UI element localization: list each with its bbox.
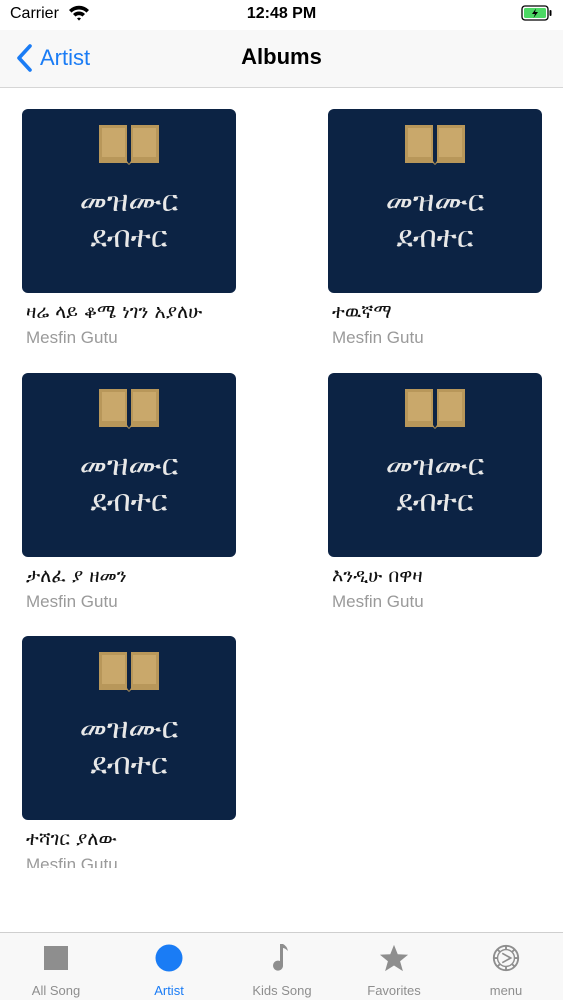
open-book-icon: [403, 119, 467, 169]
album-item[interactable]: መዝሙር ደብተር እንዲሁ በዋዛ Mesfin Gutu: [328, 373, 563, 623]
battery-icon: [521, 5, 553, 21]
cover-title-line2: ደብተር: [90, 484, 168, 519]
cover-title-line1: መዝሙር: [385, 448, 485, 483]
cover-title-line2: ደብተር: [90, 747, 168, 782]
cover-title-line2: ደብተር: [396, 484, 474, 519]
album-title: ተሻገር ያለው: [26, 828, 117, 850]
album-item[interactable]: መዝሙር ደብተር ተዉኛማ Mesfin Gutu: [328, 109, 563, 359]
music-note-icon: [267, 943, 297, 973]
open-book-icon: [403, 383, 467, 433]
album-cover: መዝሙር ደብተር: [22, 373, 236, 557]
tab-bar: All Song Artist Kids Song Favorites menu: [0, 932, 563, 1000]
album-cover: መዝሙር ደብተር: [328, 373, 542, 557]
tab-all-song[interactable]: All Song: [0, 933, 112, 1000]
album-artist: Mesfin Gutu: [332, 592, 424, 611]
back-button[interactable]: Artist: [14, 42, 90, 74]
tab-menu[interactable]: menu: [450, 933, 562, 1000]
cover-title-line1: መዝሙር: [79, 184, 179, 219]
tab-label: Kids Song: [252, 983, 312, 998]
album-grid: መዝሙር ደብተር ዛሬ ላይ ቆሜ ነገን አያለሁ Mesfin Gutu …: [0, 88, 563, 868]
cover-title-line2: ደብተር: [396, 220, 474, 255]
tab-label: Artist: [154, 983, 184, 998]
open-book-icon: [97, 383, 161, 433]
album-item[interactable]: መዝሙር ደብተር ታለፈ ያ ዘመን Mesfin Gutu: [22, 373, 262, 623]
cover-title-line1: መዝሙር: [79, 711, 179, 746]
open-book-icon: [97, 119, 161, 169]
tab-label: menu: [489, 983, 523, 998]
album-cover: መዝሙር ደብተር: [22, 636, 236, 820]
chevron-left-icon: [14, 42, 36, 74]
album-cover: መዝሙር ደብተር: [22, 109, 236, 293]
status-bar: Carrier 12:48 PM: [0, 0, 563, 30]
circle-icon: [154, 943, 184, 973]
clock: 12:48 PM: [246, 5, 317, 22]
tab-kids-song[interactable]: Kids Song: [226, 933, 338, 1000]
album-item[interactable]: መዝሙር ደብተር ዛሬ ላይ ቆሜ ነገን አያለሁ Mesfin Gutu: [22, 109, 262, 359]
album-cover: መዝሙር ደብተር: [328, 109, 542, 293]
album-artist: Mesfin Gutu: [26, 855, 118, 868]
open-book-icon: [97, 646, 161, 696]
album-artist: Mesfin Gutu: [26, 592, 118, 611]
tab-favorites[interactable]: Favorites: [338, 933, 450, 1000]
square-icon: [41, 943, 71, 973]
tab-label: Favorites: [367, 983, 421, 998]
back-label: Artist: [40, 45, 91, 70]
tab-artist[interactable]: Artist: [113, 933, 225, 1000]
tab-label: All Song: [31, 983, 81, 998]
album-title: ተዉኛማ: [332, 301, 392, 323]
cover-title-line1: መዝሙር: [79, 448, 179, 483]
navigation-bar: Artist Albums: [0, 30, 563, 88]
album-item[interactable]: መዝሙር ደብተር ተሻገር ያለው Mesfin Gutu: [22, 636, 262, 868]
album-title: እንዲሁ በዋዛ: [332, 565, 423, 587]
album-artist: Mesfin Gutu: [332, 328, 424, 347]
album-artist: Mesfin Gutu: [26, 328, 118, 347]
menu-gear-icon: [491, 943, 521, 973]
album-title: ዛሬ ላይ ቆሜ ነገን አያለሁ: [26, 301, 203, 323]
cover-title-line2: ደብተር: [90, 220, 168, 255]
album-title: ታለፈ ያ ዘመን: [26, 565, 127, 587]
cover-title-line1: መዝሙር: [385, 184, 485, 219]
star-icon: [379, 943, 409, 973]
